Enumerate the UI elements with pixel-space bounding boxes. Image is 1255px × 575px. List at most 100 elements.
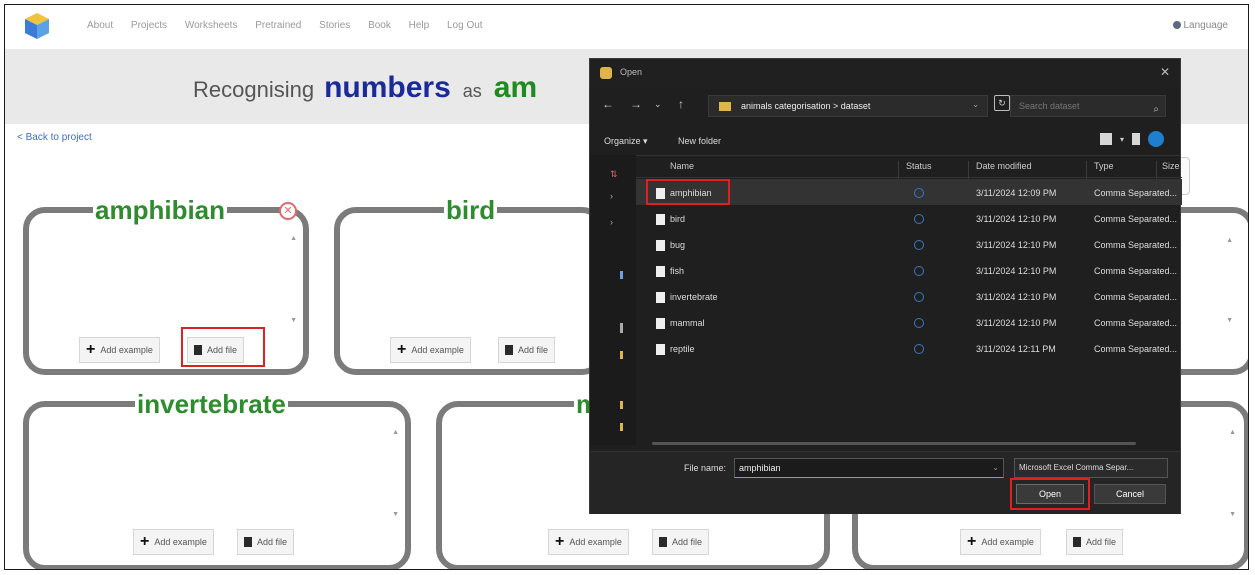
add-example-button[interactable]: + Add example [133,529,214,555]
sync-status-icon [914,240,924,250]
sidebar-expand-icon[interactable]: ⇅ [610,169,618,180]
file-type: Comma Separated... [1094,240,1178,250]
col-name[interactable]: Name [670,161,694,171]
file-name: bird [670,214,686,224]
dialog-title: Open [620,67,643,77]
help-icon[interactable] [1148,131,1164,147]
add-file-button[interactable]: Add file [1066,529,1124,555]
language-selector[interactable]: Language [1172,20,1228,31]
file-icon [505,345,513,355]
forward-arrow-icon[interactable]: → [630,97,642,111]
scroll-up-icon[interactable]: ▲ [290,235,297,242]
address-bar[interactable]: animals categorisation > dataset ⌄ [708,95,988,117]
close-icon[interactable]: ✕ [1160,65,1170,79]
add-file-label: Add file [1086,537,1117,547]
file-name-value: amphibian [739,463,781,473]
sidebar-marker [620,323,623,333]
view-dropdown-icon[interactable]: ▾ [1120,135,1124,144]
scroll-up-icon[interactable]: ▲ [1226,237,1233,244]
file-row[interactable]: mammal 3/11/2024 12:10 PM Comma Separate… [636,309,1182,335]
add-example-label: Add example [569,537,622,547]
file-row[interactable]: bug 3/11/2024 12:10 PM Comma Separated..… [636,231,1182,257]
file-row[interactable]: invertebrate 3/11/2024 12:10 PM Comma Se… [636,283,1182,309]
file-name: fish [670,266,685,276]
scroll-up-icon[interactable]: ▲ [1229,429,1236,436]
add-example-button[interactable]: + Add example [548,529,629,555]
add-example-label: Add example [981,537,1034,547]
file-row[interactable]: bird 3/11/2024 12:10 PM Comma Separated.… [636,205,1182,231]
bucket-label-bird: bird [444,195,498,225]
scroll-down-icon[interactable]: ▼ [290,317,297,324]
add-file-button[interactable]: Add file [237,529,295,555]
navigation-pane: ⇅ › › [590,155,636,445]
back-to-project-link[interactable]: < Back to project [17,132,92,143]
sidebar-marker [620,271,623,279]
sidebar-marker [620,351,623,359]
file-row[interactable]: reptile 3/11/2024 12:11 PM Comma Separat… [636,335,1182,361]
sync-status-icon [914,344,924,354]
up-arrow-icon[interactable]: ↑ [678,97,684,111]
file-name: invertebrate [670,292,718,302]
bucket-invertebrate: invertebrate ▲ ▼ + Add example Add file [23,391,411,569]
cancel-button[interactable]: Cancel [1094,484,1166,504]
nav-stories[interactable]: Stories [319,20,350,31]
add-example-button[interactable]: + Add example [960,529,1041,555]
plus-icon: + [397,341,407,358]
search-input[interactable]: Search dataset ⌕ [1010,95,1166,117]
file-icon [656,240,665,251]
horizontal-scrollbar[interactable] [652,442,1136,445]
file-name-input[interactable]: amphibian ⌄ [734,458,1004,478]
delete-bucket-icon[interactable]: ✕ [279,202,297,220]
command-bar: Organize ▾ New folder ▾ [590,127,1180,156]
page-title: Recognising numbers as am [193,71,537,105]
sidebar-chevron-icon[interactable]: › [610,191,613,201]
file-date: 3/11/2024 12:10 PM [976,266,1057,276]
file-open-dialog: Open ✕ ← → ⌄ ↑ animals categorisation > … [589,58,1182,514]
file-type: Comma Separated... [1094,188,1178,198]
nav-projects[interactable]: Projects [131,20,167,31]
col-type[interactable]: Type [1094,161,1114,171]
nav-about[interactable]: About [87,20,113,31]
bucket-label-invertebrate: invertebrate [135,389,288,419]
nav-logout[interactable]: Log Out [447,20,483,31]
scroll-down-icon[interactable]: ▼ [1229,511,1236,518]
new-folder-button[interactable]: New folder [678,136,721,146]
add-file-button[interactable]: Add file [652,529,710,555]
file-date: 3/11/2024 12:09 PM [976,188,1057,198]
sync-status-icon [914,266,924,276]
preview-pane-icon[interactable] [1132,133,1140,145]
refresh-icon[interactable]: ↻ [994,95,1010,111]
view-mode-icon[interactable] [1099,133,1112,145]
nav-worksheets[interactable]: Worksheets [185,20,238,31]
scroll-up-icon[interactable]: ▲ [392,429,399,436]
recent-chevron-icon[interactable]: ⌄ [654,99,662,110]
nav-book[interactable]: Book [368,20,391,31]
app-screen: About Projects Worksheets Pretrained Sto… [4,4,1249,570]
col-size[interactable]: Size [1162,161,1180,171]
add-example-button[interactable]: + Add example [390,337,471,363]
add-example-button[interactable]: + Add example [79,337,160,363]
plus-icon: + [86,341,96,358]
file-icon [656,214,665,225]
sidebar-chevron-icon[interactable]: › [610,217,613,227]
file-row[interactable]: fish 3/11/2024 12:10 PM Comma Separated.… [636,257,1182,283]
back-arrow-icon[interactable]: ← [602,97,614,111]
logo-icon[interactable] [23,11,51,41]
scroll-down-icon[interactable]: ▼ [392,511,399,518]
view-controls: ▾ [1099,131,1164,147]
nav-help[interactable]: Help [409,20,430,31]
col-status[interactable]: Status [906,161,932,171]
address-dropdown-icon[interactable]: ⌄ [972,100,979,109]
file-name: reptile [670,344,695,354]
file-type: Comma Separated... [1094,292,1178,302]
col-date[interactable]: Date modified [976,161,1032,171]
organize-button[interactable]: Organize ▾ [604,136,648,147]
scroll-down-icon[interactable]: ▼ [1226,317,1233,324]
nav-pretrained[interactable]: Pretrained [255,20,301,31]
file-icon [659,537,667,547]
nav-links: About Projects Worksheets Pretrained Sto… [87,20,498,31]
file-name-dropdown-icon[interactable]: ⌄ [992,459,999,477]
add-file-button[interactable]: Add file [498,337,556,363]
file-type-select[interactable]: Microsoft Excel Comma Separ... [1014,458,1168,478]
file-type: Comma Separated... [1094,266,1178,276]
